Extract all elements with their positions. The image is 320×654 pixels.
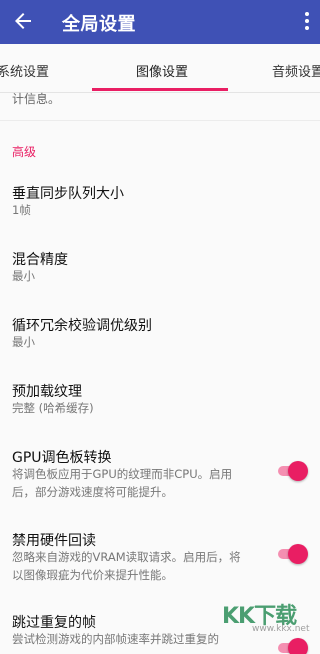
settings-list[interactable]: 计信息。 高级 垂直同步队列大小 1帧 混合精度 最小 循环冗余校验调优级别 最… <box>0 92 320 654</box>
setting-title-disable-readback[interactable]: 禁用硬件回读 <box>12 530 96 550</box>
page-title: 全局设置 <box>62 14 136 35</box>
partial-description: 计信息。 <box>12 92 61 106</box>
setting-title-blend-precision[interactable]: 混合精度 <box>12 249 68 269</box>
toggle-thumb <box>288 461 308 481</box>
toggle-thumb <box>288 544 308 564</box>
setting-value-vsync-queue: 1帧 <box>12 203 31 217</box>
divider <box>0 120 320 121</box>
setting-title-crc-level[interactable]: 循环冗余校验调优级别 <box>12 315 152 335</box>
setting-title-preload-textures[interactable]: 预加载纹理 <box>12 381 82 401</box>
tab-indicator <box>92 88 228 91</box>
setting-title-vsync-queue[interactable]: 垂直同步队列大小 <box>12 183 124 203</box>
skip-duplicate-frames-toggle[interactable] <box>278 637 308 654</box>
setting-value-blend-precision: 最小 <box>12 269 35 283</box>
more-vert-icon[interactable] <box>304 11 310 31</box>
tab-graphics-settings[interactable]: 图像设置 <box>136 61 188 80</box>
gpu-palette-toggle[interactable] <box>278 460 308 481</box>
setting-value-crc-level: 最小 <box>12 335 35 349</box>
app-bar: 全局设置 <box>0 0 320 44</box>
setting-desc-disable-readback: 忽略来自游戏的VRAM读取请求。启用后，将以图像瑕疵为代价来提升性能。 <box>12 550 241 582</box>
disable-readback-toggle[interactable] <box>278 543 308 564</box>
tab-audio-settings[interactable]: 音频设置 <box>272 61 320 80</box>
tab-bar: 系统设置 图像设置 音频设置 <box>0 44 320 93</box>
setting-value-preload-textures: 完整 (哈希缓存) <box>12 401 94 415</box>
section-header-advanced: 高级 <box>12 145 37 159</box>
tab-system-settings[interactable]: 系统设置 <box>0 61 49 80</box>
setting-desc-gpu-palette: 将调色板应用于GPU的纹理而非CPU。启用后，部分游戏速度将可能提升。 <box>12 467 233 499</box>
watermark-url: www.kkx.net <box>252 624 310 634</box>
toggle-thumb <box>288 638 308 654</box>
arrow-back-icon[interactable] <box>11 9 35 33</box>
setting-title-skip-duplicate-frames[interactable]: 跳过重复的帧 <box>12 612 96 632</box>
setting-title-gpu-palette[interactable]: GPU调色板转换 <box>12 447 112 467</box>
setting-desc-skip-duplicate-frames: 尝试检测游戏的内部帧速率并跳过重复的 <box>12 632 219 646</box>
